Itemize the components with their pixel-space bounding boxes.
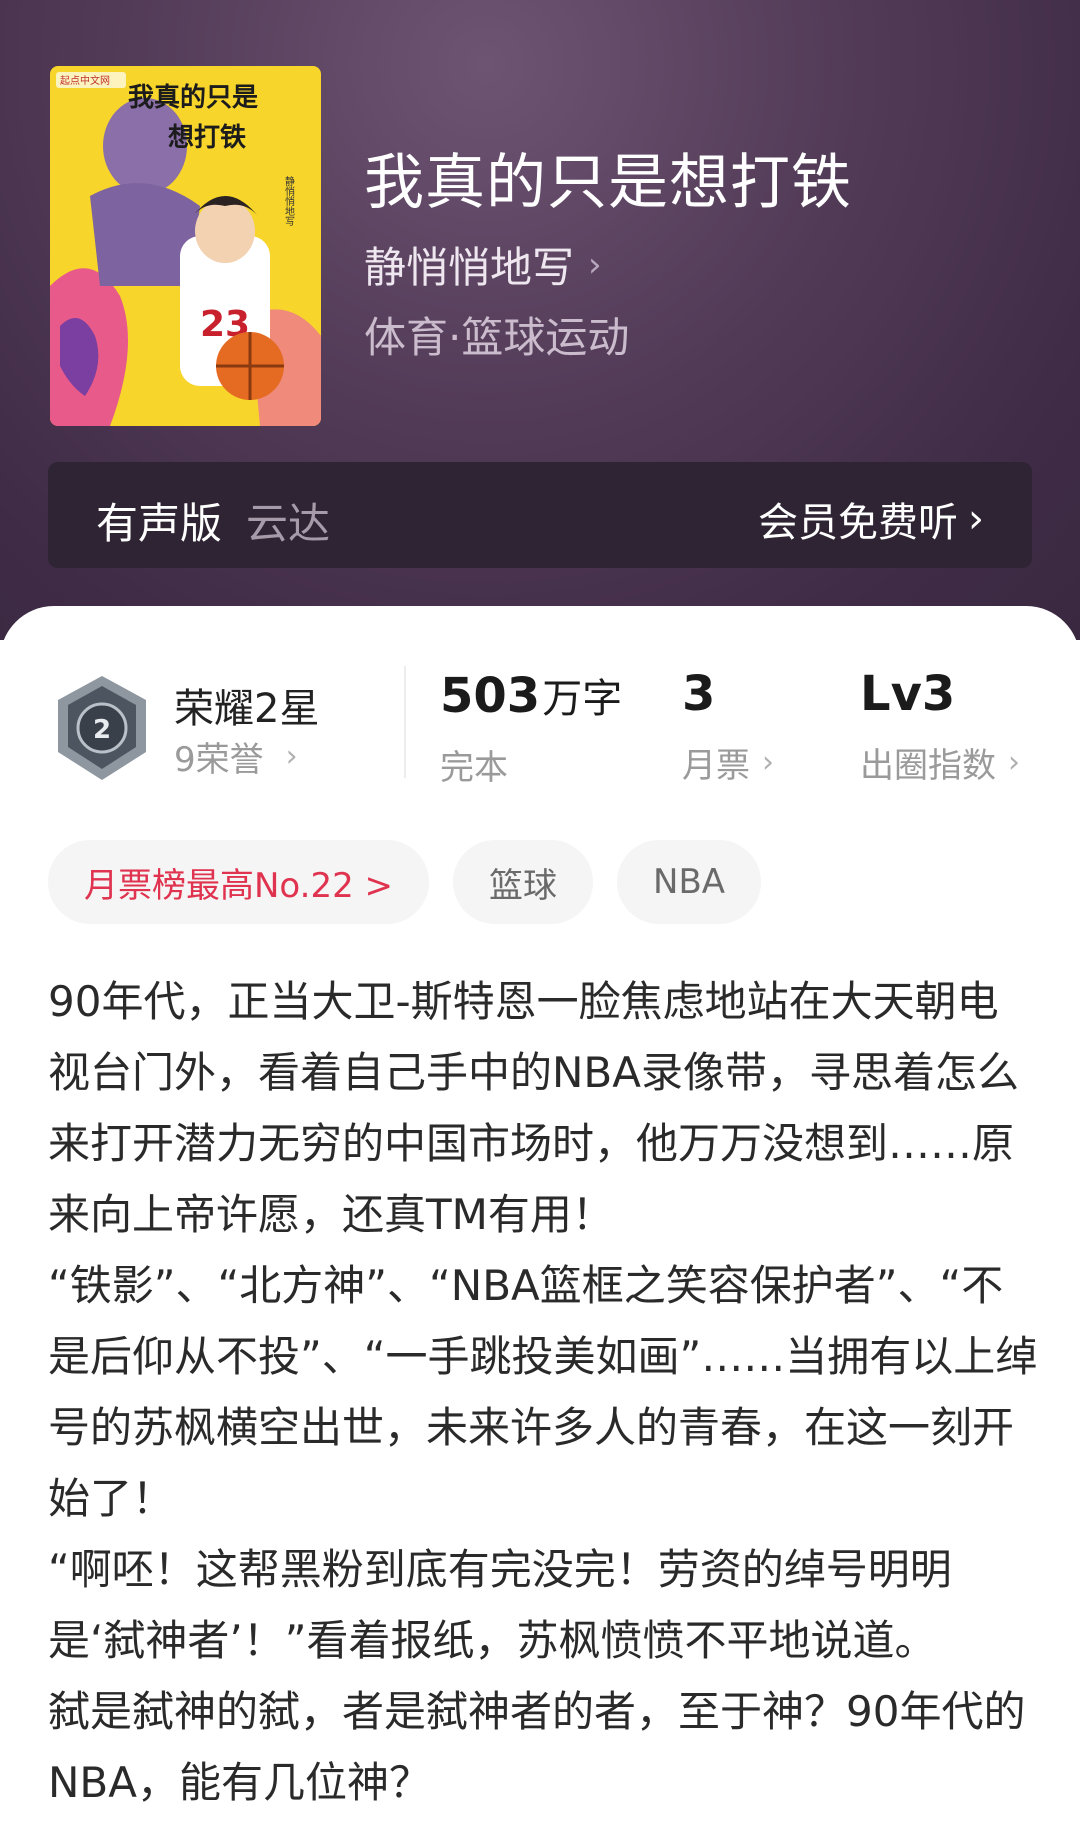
author-link[interactable]: 静悄悄地写 › [364,234,602,295]
tag-nba[interactable]: NBA [617,840,762,924]
badge-number: 2 [93,715,111,745]
author-name: 静悄悄地写 [364,243,575,292]
tag-list: 月票榜最高No.22 > 篮球 NBA [48,840,762,924]
cover-title-line-1: 我真的只是 [128,82,258,113]
synopsis-paragraph: 弑是弑神的弑，者是弑神者的者，至于神？90年代的NBA，能有几位神？ [48,1687,1026,1807]
listen-free-button[interactable]: 会员免费听 › [758,490,984,548]
popularity-index-value: Lv3 [860,666,956,722]
word-count-unit: 万字 [542,676,623,722]
honor-level: 荣耀2星 [174,686,320,732]
book-cover[interactable]: 23 起点中文网 我真的只是 想打铁 静悄悄地写 [50,66,321,426]
book-header: 23 起点中文网 我真的只是 想打铁 静悄悄地写 我真的只是想打铁 静悄悄地写 … [0,0,1080,640]
synopsis-paragraph: “铁影”、“北方神”、“NBA篮框之笑容保护者”、“不是后仰从不投”、“一手跳投… [48,1261,1038,1523]
chevron-right-icon: › [285,739,298,774]
book-synopsis[interactable]: 90年代，正当大卫-斯特恩一脸焦虑地站在大天朝电视台门外，看着自己手中的NBA录… [48,966,1038,1818]
monthly-ticket-value: 3 [682,666,716,722]
chevron-right-icon: › [762,745,774,780]
synopsis-paragraph: 90年代，正当大卫-斯特恩一脸焦虑地站在大天朝电视台门外，看着自己手中的NBA录… [48,977,1019,1239]
word-count-value: 503 [440,668,541,724]
cover-publisher: 起点中文网 [60,74,110,87]
cover-title-line-2: 想打铁 [168,122,246,153]
word-count-stat: 503 万字 完本 [440,666,622,789]
chevron-right-icon: › [1008,745,1020,780]
chevron-right-icon: › [968,496,984,542]
divider [404,666,406,778]
book-category[interactable]: 体育·篮球运动 [364,304,629,365]
synopsis-paragraph: “啊呸！这帮黑粉到底有完没完！劳资的绰号明明是‘弑神者’！”看着报纸，苏枫愤愤不… [48,1545,952,1665]
book-title: 我真的只是想打铁 [364,148,852,218]
audio-label: 有声版 [96,499,223,548]
chevron-right-icon: › [588,244,602,285]
honor-count-link[interactable]: 9荣誉 › [174,732,298,781]
listen-free-label: 会员免费听 [758,500,958,546]
ranking-tag[interactable]: 月票榜最高No.22 > [48,840,430,924]
popularity-index-stat[interactable]: Lv3 出圈指数 › [860,666,1020,787]
audio-version-bar[interactable]: 有声版 云达 会员免费听 › [48,462,1032,568]
book-info-card: 2 荣耀2星 9荣誉 › 503 万字 完本 3 月票 › Lv3 出圈指数 ›… [0,606,1080,1827]
cover-illustration: 23 起点中文网 我真的只是 想打铁 静悄悄地写 [50,66,321,426]
monthly-ticket-label: 月票 [682,746,750,786]
tag-basketball[interactable]: 篮球 [453,840,594,924]
honor-count: 9荣誉 [174,740,264,780]
completion-status: 完本 [440,748,508,788]
cover-author: 静悄悄地写 [283,175,295,227]
audio-narrator: 云达 [246,499,331,548]
honor-badge-icon[interactable]: 2 [50,672,154,784]
monthly-ticket-stat[interactable]: 3 月票 › [682,666,774,787]
popularity-index-label: 出圈指数 [860,746,996,786]
